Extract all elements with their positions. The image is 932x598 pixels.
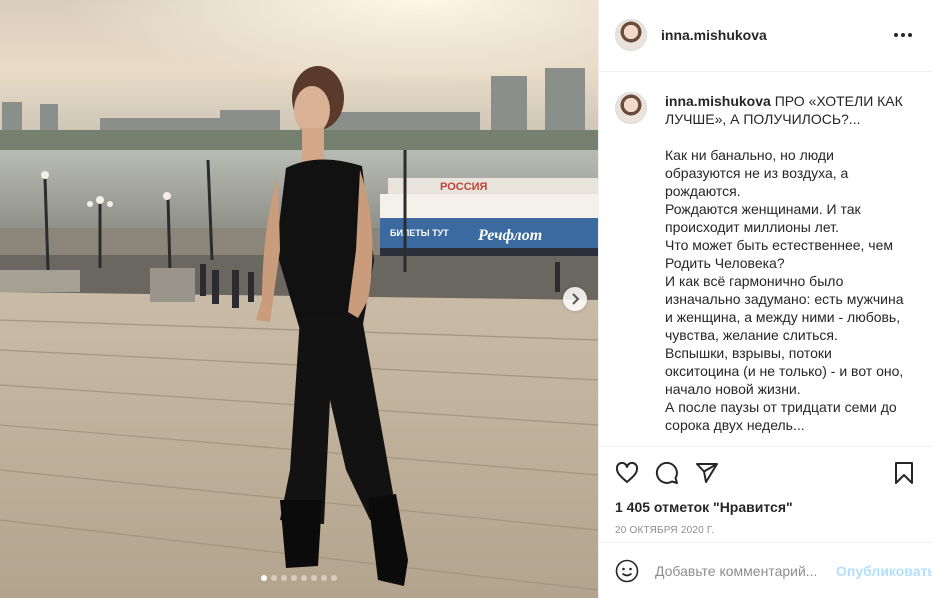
carousel-dot: [261, 575, 267, 581]
svg-text:РОССИЯ: РОССИЯ: [440, 181, 488, 193]
bookmark-icon[interactable]: [892, 461, 916, 485]
svg-text:Речфлот: Речфлот: [477, 227, 542, 244]
avatar[interactable]: [615, 91, 647, 124]
likes-count[interactable]: 1 405 отметок "Нравится": [615, 499, 916, 515]
post-comment-button[interactable]: Опубликовать: [836, 563, 932, 579]
caption-area[interactable]: inna.mishukova ПРО «ХОТЕЛИ КАК ЛУЧШЕ», А…: [599, 72, 932, 446]
photo-scene: БИЛЕТЫ ТУТ Речфлот РОССИЯ: [0, 0, 598, 598]
stone-pillar: [150, 268, 195, 302]
more-icon[interactable]: [890, 29, 916, 41]
caption-line: И как всё гармонично было изначально зад…: [665, 272, 904, 343]
carousel-dot: [271, 575, 277, 581]
carousel-dot: [291, 575, 297, 581]
carousel-dot: [321, 575, 327, 581]
comment-box: Опубликовать: [599, 542, 932, 598]
caption-line: Как ни банально, но люди образуются не и…: [665, 146, 849, 199]
action-icons: [615, 449, 916, 497]
carousel-dots: [0, 575, 598, 581]
post-header: inna.mishukova: [599, 0, 932, 72]
caption-username[interactable]: inna.mishukova: [665, 93, 771, 109]
comment-icon[interactable]: [655, 461, 679, 485]
caption-line: Что может быть естественнее, чем Родить …: [665, 236, 894, 271]
caption-text: inna.mishukova ПРО «ХОТЕЛИ КАК ЛУЧШЕ», А…: [665, 92, 905, 446]
comment-input[interactable]: [655, 562, 836, 579]
avatar[interactable]: [615, 19, 647, 52]
carousel-dot: [331, 575, 337, 581]
carousel-next-button[interactable]: [563, 287, 587, 311]
chevron-right-icon: [572, 293, 580, 305]
caption-line: А после паузы от тридцати семи до сорока…: [665, 398, 897, 433]
carousel-dot: [301, 575, 307, 581]
instagram-post: БИЛЕТЫ ТУТ Речфлот РОССИЯ inna.mishukova…: [0, 0, 932, 598]
carousel-dot: [311, 575, 317, 581]
post-date[interactable]: 20 октября 2020 г.: [615, 525, 916, 536]
username-link[interactable]: inna.mishukova: [661, 27, 890, 43]
far-trees: [0, 130, 598, 152]
post-side-panel: inna.mishukova inna.mishukova ПРО «ХОТЕЛ…: [598, 0, 932, 598]
svg-text:БИЛЕТЫ ТУТ: БИЛЕТЫ ТУТ: [390, 228, 449, 238]
river-boat: БИЛЕТЫ ТУТ Речфлот РОССИЯ: [380, 178, 598, 256]
share-icon[interactable]: [695, 461, 719, 485]
emoji-icon[interactable]: [615, 559, 639, 583]
heart-icon[interactable]: [615, 461, 639, 485]
post-photo[interactable]: БИЛЕТЫ ТУТ Речфлот РОССИЯ: [0, 0, 598, 598]
caption-line: Рождаются женщинами. И так происходит ми…: [665, 200, 861, 235]
carousel-dot: [281, 575, 287, 581]
caption-line: Вспышки, взрывы, потоки окситоцина (и не…: [665, 344, 904, 397]
caption-body: Как ни банально, но люди образуются не и…: [665, 146, 905, 434]
stone-wall-left: [0, 270, 80, 292]
